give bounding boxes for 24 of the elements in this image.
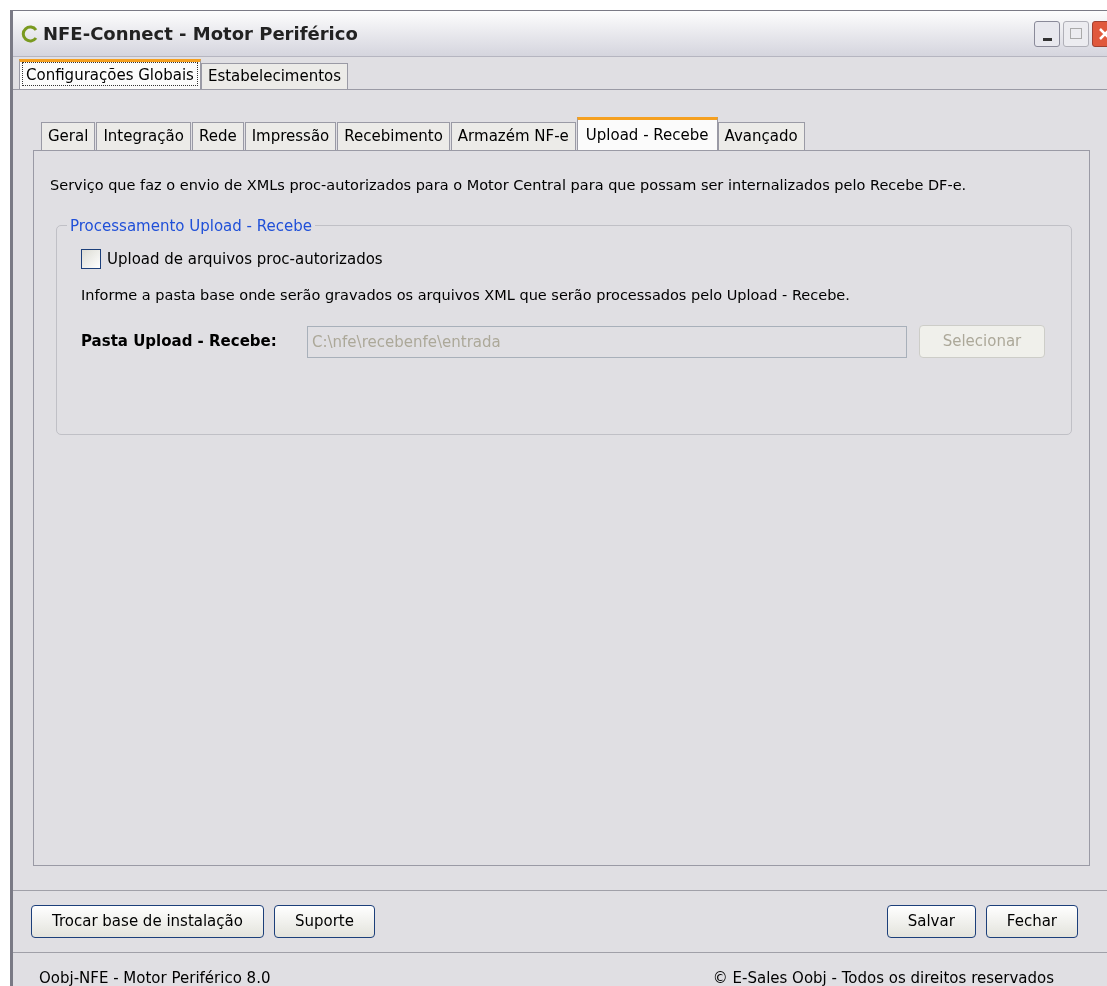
tab[interactable]: Recebimento	[337, 122, 450, 150]
action-button[interactable]: Salvar	[886, 905, 976, 938]
hint-text: Informe a pasta base onde serão gravados os arquivos XML que serão processados pelo Upload - Recebe.	[81, 286, 851, 306]
version-text: Oobj-NFE - Motor Periférico 8.0	[39, 968, 271, 986]
checkbox[interactable]	[81, 249, 101, 269]
folder-label: Pasta Upload - Recebe:	[81, 331, 278, 353]
minimize-button[interactable]	[1034, 20, 1060, 47]
action-button[interactable]: Trocar base de instalação	[31, 905, 264, 938]
tab[interactable]: Estabelecimentos	[200, 63, 349, 89]
description-text: Serviço que faz o envio de XMLs proc-autorizados para o Motor Central para que possam ser internalizados pelo Recebe DF-e.	[50, 176, 968, 195]
refresh-logo-icon	[21, 24, 39, 43]
tab[interactable]: Upload - Recebe	[576, 117, 718, 150]
tab[interactable]: Integração	[96, 122, 191, 150]
checkbox-label: Upload de arquivos proc-autorizados	[107, 248, 383, 270]
tab[interactable]: Rede	[191, 122, 244, 150]
tab[interactable]: Armazém NF-e	[450, 122, 576, 150]
tab[interactable]: Impressão	[244, 122, 337, 150]
tab[interactable]: Geral	[41, 122, 96, 150]
action-button[interactable]: Suporte	[273, 905, 375, 938]
copyright-text: © E-Sales Oobj - Todos os direitos reservados	[712, 968, 1054, 986]
window-title: NFE-Connect - Motor Periférico	[43, 22, 358, 46]
tab[interactable]: Avançado	[717, 122, 805, 150]
tab[interactable]: Configurações Globais	[19, 59, 201, 89]
action-button[interactable]: Fechar	[985, 905, 1078, 938]
